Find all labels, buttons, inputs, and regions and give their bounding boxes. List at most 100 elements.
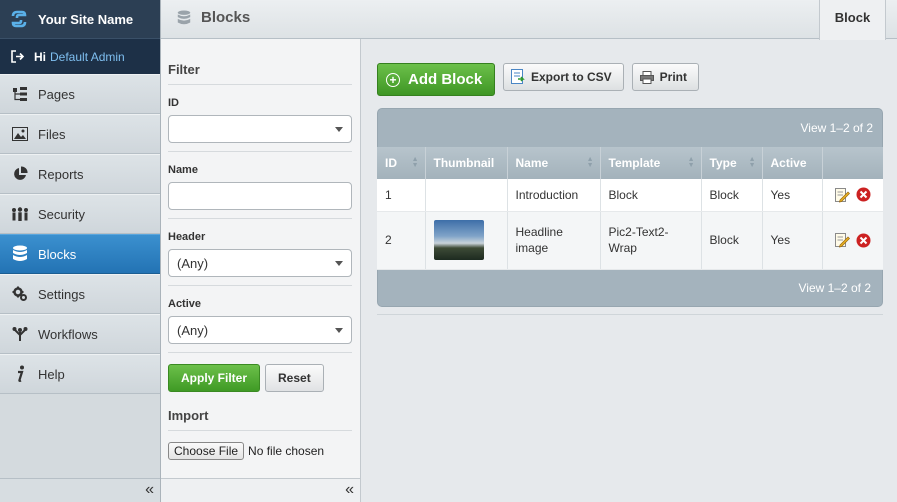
name-label: Name: [168, 164, 198, 176]
column-header-actions: [822, 147, 883, 179]
delete-icon[interactable]: [856, 233, 871, 248]
sidebar-item-workflows[interactable]: Workflows: [0, 314, 160, 354]
thumbnail-image[interactable]: [433, 220, 484, 260]
help-icon: [11, 365, 29, 383]
sidebar-item-label: Settings: [38, 286, 85, 302]
export-csv-button[interactable]: Export to CSV: [503, 63, 624, 91]
sidebar-item-label: Workflows: [38, 326, 98, 342]
column-label: Name: [515, 156, 549, 170]
cell-thumbnail: [425, 211, 508, 270]
plus-icon: +: [386, 72, 400, 87]
sidebar-item-files[interactable]: Files: [0, 114, 160, 154]
sort-icon: ▲ ▼: [586, 156, 594, 169]
toolbar: + Add Block Export to CSV Print: [377, 63, 700, 96]
top-bar: Blocks Block: [161, 0, 897, 40]
greeting: Hi: [34, 49, 46, 64]
page-title-text: Blocks: [201, 9, 251, 26]
page-title: Blocks: [176, 9, 250, 26]
sidebar-collapse-button[interactable]: «: [0, 478, 160, 502]
blocks-icon: [177, 9, 191, 24]
file-status: No file chosen: [248, 444, 325, 458]
cell-id: 2: [377, 211, 426, 270]
user-bar: Hi Default Admin: [0, 38, 160, 74]
chevron-down-icon: [335, 328, 343, 333]
name-input[interactable]: [168, 182, 352, 210]
print-label: Print: [659, 70, 688, 84]
reports-icon: [11, 165, 29, 183]
print-button[interactable]: Print: [631, 63, 700, 91]
export-label: Export to CSV: [531, 70, 612, 84]
site-name: Your Site Name: [38, 11, 134, 27]
filter-collapse-button[interactable]: «: [161, 478, 360, 502]
filter-panel: Filter ID Name Header (Any) Active (Any): [161, 39, 361, 502]
blocks-grid: View 1–2 of 2 ID ▲ ▼ Thumbnail Name ▲ ▼ Temp…: [377, 108, 883, 307]
sidebar-item-help[interactable]: Help: [0, 354, 160, 394]
sidebar-item-security[interactable]: Security: [0, 194, 160, 234]
chevron-down-icon: [335, 127, 343, 132]
column-label: ID: [385, 156, 397, 170]
sidebar-item-label: Reports: [38, 166, 84, 182]
sidebar-item-settings[interactable]: Settings: [0, 274, 160, 314]
sidebar-item-label: Pages: [38, 86, 75, 102]
sidebar-item-label: Blocks: [38, 246, 77, 262]
sidebar-item-pages[interactable]: Pages: [0, 74, 160, 114]
workflows-icon: [11, 325, 29, 343]
sidebar-item-blocks[interactable]: Blocks: [0, 234, 160, 274]
cell-active: Yes: [762, 179, 823, 212]
blocks-icon: [11, 245, 29, 263]
filter-title: Filter: [168, 39, 352, 85]
sidebar-item-reports[interactable]: Reports: [0, 154, 160, 194]
cell-actions: [822, 179, 883, 212]
printer-icon: [639, 70, 654, 84]
column-label: Active: [770, 156, 807, 170]
reset-button[interactable]: Reset: [265, 364, 324, 392]
security-icon: [11, 205, 29, 223]
column-header-thumbnail: Thumbnail: [425, 147, 508, 179]
cell-name: Headline image: [507, 211, 601, 270]
divider: [377, 314, 883, 315]
column-label: Template: [608, 156, 661, 170]
sort-icon: ▲ ▼: [687, 156, 695, 169]
cell-id: 1: [377, 179, 426, 212]
header-select[interactable]: (Any): [168, 249, 352, 277]
delete-icon[interactable]: [856, 187, 871, 202]
site-header[interactable]: Your Site Name: [0, 0, 160, 38]
column-header-active[interactable]: Active: [762, 147, 823, 179]
files-icon: [11, 125, 29, 143]
column-header-id[interactable]: ID ▲ ▼: [377, 147, 426, 179]
import-title: Import: [168, 408, 352, 431]
column-header-name[interactable]: Name ▲ ▼: [507, 147, 601, 179]
table-row[interactable]: 1 Introduction Block Block Yes: [377, 179, 883, 212]
cell-template: Pic2-Text2-Wrap: [600, 211, 702, 270]
column-label: Type: [709, 156, 737, 170]
column-header-type[interactable]: Type ▲ ▼: [701, 147, 763, 179]
logout-icon[interactable]: [11, 50, 25, 63]
cell-active: Yes: [762, 211, 823, 270]
pages-icon: [11, 85, 29, 103]
blocks-table: ID ▲ ▼ Thumbnail Name ▲ ▼ Template ▲ ▼ Type ▲ ▼ …: [377, 147, 883, 270]
cell-template: Block: [600, 179, 702, 212]
apply-filter-button[interactable]: Apply Filter: [168, 364, 261, 392]
cell-thumbnail: [425, 179, 508, 212]
edit-icon[interactable]: [834, 187, 850, 203]
add-block-label: Add Block: [408, 71, 483, 88]
pager-bottom: View 1–2 of 2: [798, 281, 872, 295]
column-header-template[interactable]: Template ▲ ▼: [600, 147, 702, 179]
user-name-link[interactable]: Default Admin: [50, 50, 125, 64]
column-label: Thumbnail: [433, 156, 495, 170]
table-row[interactable]: 2 Headline image Pic2-Text2-Wrap Block Y…: [377, 211, 883, 270]
active-label: Active: [168, 298, 202, 310]
id-select[interactable]: [168, 115, 352, 143]
edit-icon[interactable]: [834, 232, 850, 248]
tab-block[interactable]: Block: [819, 0, 886, 40]
pager-top: View 1–2 of 2: [800, 121, 874, 135]
id-label: ID: [168, 97, 179, 109]
cell-type: Block: [701, 179, 763, 212]
sidebar-item-label: Help: [38, 366, 65, 382]
settings-icon: [11, 285, 29, 303]
choose-file-button[interactable]: Choose File: [168, 442, 245, 460]
sort-icon: ▲ ▼: [748, 156, 756, 169]
add-block-button[interactable]: + Add Block: [377, 63, 495, 96]
active-select[interactable]: (Any): [168, 316, 352, 344]
cell-name: Introduction: [507, 179, 601, 212]
